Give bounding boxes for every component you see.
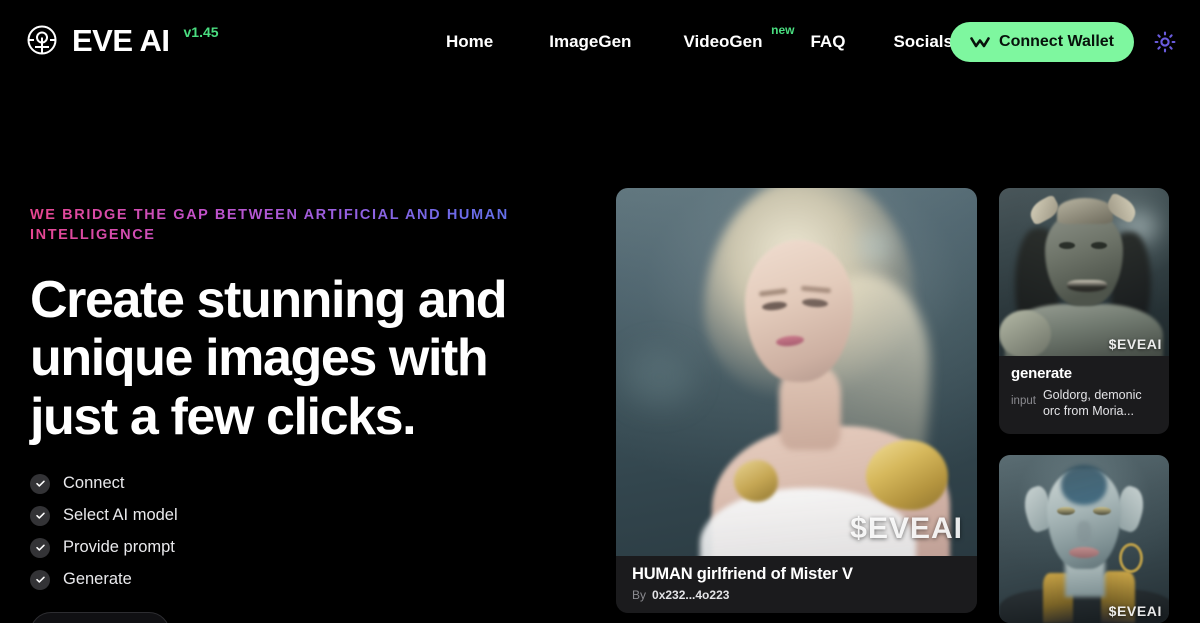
nav-item-imagegen[interactable]: ImageGen <box>549 32 631 52</box>
author-address[interactable]: 0x232...4o223 <box>652 588 729 602</box>
nav-item-videogen-label: VideoGen <box>683 32 763 51</box>
page-root: EVE AI v1.45 Home ImageGen VideoGen new … <box>0 0 1200 623</box>
checklist-label: Select AI model <box>63 506 178 525</box>
hero-eyebrow: WE BRIDGE THE GAP BETWEEN ARTIFICIAL AND… <box>30 206 555 245</box>
list-item: Connect <box>30 473 590 494</box>
checklist-label: Connect <box>63 474 125 493</box>
checklist-label: Generate <box>63 570 132 589</box>
check-icon <box>30 505 50 526</box>
wallet-wave-icon <box>970 35 990 49</box>
list-item: Provide prompt <box>30 537 590 558</box>
list-item: Generate <box>30 569 590 590</box>
check-icon <box>30 537 50 558</box>
watermark: $EVEAI <box>850 512 963 545</box>
check-icon <box>30 473 50 494</box>
connect-wallet-button[interactable]: Connect Wallet <box>950 22 1134 62</box>
rail-caption: generate input Goldorg, demonic orc from… <box>999 356 1169 434</box>
sun-icon <box>1154 31 1176 56</box>
featured-title: HUMAN girlfriend of Mister V <box>632 565 853 583</box>
rail-image-elf: $EVEAI <box>999 455 1169 623</box>
brand-version: v1.45 <box>183 24 219 40</box>
nav-item-home[interactable]: Home <box>446 32 493 52</box>
featured-image: $EVEAI <box>616 188 977 556</box>
brand-logo[interactable]: EVE AI v1.45 <box>24 22 219 58</box>
rail-input-row: input Goldorg, demonic orc from Moria... <box>1011 387 1157 420</box>
brand-name: EVE AI <box>72 22 170 58</box>
target-crosshair-icon <box>24 22 60 58</box>
featured-author-row: By 0x232...4o223 <box>632 588 961 602</box>
watermark: $EVEAI <box>1108 603 1162 619</box>
input-value: Goldorg, demonic orc from Moria... <box>1042 388 1142 419</box>
rail-card-elf[interactable]: $EVEAI <box>999 455 1169 623</box>
nav-item-socials-label: Socials <box>893 32 953 51</box>
input-label: input <box>1011 395 1036 407</box>
new-badge: new <box>771 23 795 37</box>
theme-toggle-button[interactable] <box>1154 31 1176 56</box>
hero-cta-button[interactable] <box>30 612 170 623</box>
rail-image-orc: $EVEAI <box>999 188 1169 356</box>
connect-wallet-label: Connect Wallet <box>999 33 1114 50</box>
watermark: $EVEAI <box>1108 336 1162 352</box>
featured-generation-card[interactable]: $EVEAI HUMAN girlfriend of Mister V By 0… <box>616 188 977 613</box>
checklist-label: Provide prompt <box>63 538 175 557</box>
hero-checklist: Connect Select AI model Provide prompt G… <box>30 473 590 590</box>
site-header: EVE AI v1.45 Home ImageGen VideoGen new … <box>0 0 1200 84</box>
rail-card-title: generate <box>1011 365 1072 382</box>
page-title: Create stunning and unique images with j… <box>30 271 508 446</box>
hero-section: WE BRIDGE THE GAP BETWEEN ARTIFICIAL AND… <box>30 206 590 590</box>
check-icon <box>30 569 50 590</box>
nav-item-faq[interactable]: FAQ <box>810 32 845 52</box>
by-label: By <box>632 588 647 602</box>
list-item: Select AI model <box>30 505 590 526</box>
featured-caption: HUMAN girlfriend of Mister V By 0x232...… <box>616 556 977 613</box>
rail-card-generate[interactable]: $EVEAI generate input Goldorg, demonic o… <box>999 188 1169 434</box>
nav-item-videogen[interactable]: VideoGen new <box>683 23 794 52</box>
main-navigation: Home ImageGen VideoGen new FAQ Socials <box>446 23 970 54</box>
